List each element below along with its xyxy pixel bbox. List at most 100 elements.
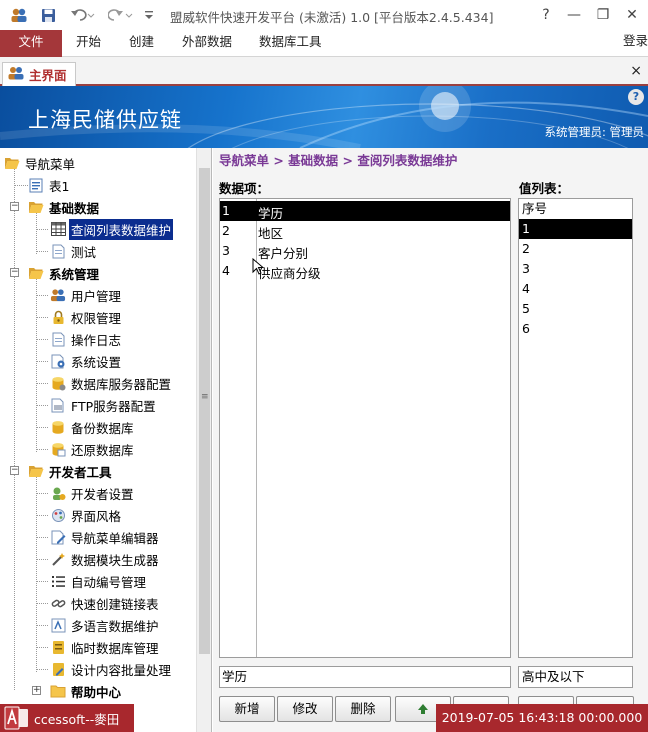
- current-user: 系统管理员: 管理员: [544, 125, 644, 139]
- nav-label: 测试: [71, 244, 97, 260]
- tab-file[interactable]: 文件: [0, 30, 62, 57]
- list-item[interactable]: 1 学历: [220, 201, 510, 221]
- nav-item-test[interactable]: 测试: [50, 240, 211, 262]
- edit-button[interactable]: 修改: [277, 696, 333, 722]
- numbered-list-icon: [50, 573, 66, 589]
- expander-basic-data[interactable]: −: [10, 202, 19, 211]
- tab-home[interactable]: 开始: [76, 30, 101, 57]
- nav-item-system-settings[interactable]: 系统设置: [50, 350, 211, 372]
- folder-open-icon: [28, 199, 44, 215]
- access-logo-icon: [0, 704, 34, 732]
- nav-item-quick-link-table[interactable]: 快速创建链接表: [50, 592, 211, 614]
- nav-item-batch-process[interactable]: 设计内容批量处理: [50, 658, 211, 680]
- tab-external-data[interactable]: 外部数据: [182, 30, 232, 57]
- main-content: 导航菜单 > 基础数据 > 查阅列表数据维护 数据项： 值列表： 1 学历 2 …: [213, 148, 648, 732]
- title-bar: 盟威软件快速开发平台 (未激活) 1.0 [平台版本2.4.5.434] ? —…: [0, 0, 648, 30]
- list-item[interactable]: 4: [519, 279, 632, 299]
- nav-item-ui-style[interactable]: 界面风格: [50, 504, 211, 526]
- database-config-icon: [50, 375, 66, 391]
- restore-icon: [50, 441, 66, 457]
- document-icon: [50, 331, 66, 347]
- nav-item-module-generator[interactable]: 数据模块生成器: [50, 548, 211, 570]
- value-field[interactable]: 高中及以下: [518, 666, 633, 688]
- palette-icon: [50, 507, 66, 523]
- redo-icon[interactable]: [106, 6, 136, 24]
- list-item[interactable]: 2: [519, 239, 632, 259]
- nav-item-menu-editor[interactable]: 导航菜单编辑器: [50, 526, 211, 548]
- nav-item-user-management[interactable]: 用户管理: [50, 284, 211, 306]
- restore-button[interactable]: ❐: [590, 4, 616, 26]
- ribbon-tabs: 文件 开始 创建 外部数据 数据库工具: [0, 30, 648, 57]
- item-no: 4: [222, 263, 230, 278]
- nav-item-operation-log[interactable]: 操作日志: [50, 328, 211, 350]
- nav-item-table1[interactable]: 表1: [28, 174, 211, 196]
- list-item[interactable]: 1: [519, 219, 632, 239]
- help-button[interactable]: ?: [533, 4, 559, 26]
- wand-icon: [50, 551, 66, 567]
- item-no: 2: [222, 223, 230, 238]
- nav-label: 还原数据库: [71, 442, 134, 458]
- values-label: 值列表：: [519, 181, 570, 196]
- nav-label: 导航菜单: [25, 156, 76, 172]
- item-name: 地区: [258, 226, 284, 241]
- nav-label: 界面风格: [71, 508, 122, 524]
- tab-database-tools[interactable]: 数据库工具: [259, 30, 322, 57]
- item-no: 3: [222, 243, 230, 258]
- list-item[interactable]: 2 地区: [220, 221, 510, 241]
- item-no: 1: [222, 203, 230, 218]
- nav-label: 快速创建链接表: [71, 596, 159, 612]
- close-tab-icon[interactable]: ×: [630, 63, 642, 79]
- close-button[interactable]: ✕: [619, 4, 645, 26]
- banner-help-icon[interactable]: ?: [628, 89, 644, 105]
- taskbar-app-button[interactable]: ccessoft--麥田: [0, 704, 134, 732]
- tab-create[interactable]: 创建: [129, 30, 154, 57]
- list-item[interactable]: 6: [519, 319, 632, 339]
- delete-button[interactable]: 删除: [335, 696, 391, 722]
- document-tab-strip: 主界面 ×: [0, 57, 648, 86]
- list-item[interactable]: 3: [519, 259, 632, 279]
- nav-item-ftp-config[interactable]: FTP服务器配置: [50, 394, 211, 416]
- login-link[interactable]: 登录: [623, 30, 648, 49]
- expander-system-admin[interactable]: −: [10, 268, 19, 277]
- expander-dev-tools[interactable]: −: [10, 466, 19, 475]
- tab-main[interactable]: 主界面: [2, 62, 76, 86]
- folder-open-icon: [28, 265, 44, 281]
- undo-icon[interactable]: [68, 6, 98, 24]
- nav-item-dev-settings[interactable]: 开发者设置: [50, 482, 211, 504]
- add-button[interactable]: 新增: [219, 696, 275, 722]
- nav-label: 基础数据: [49, 200, 100, 216]
- nav-group-dev-tools[interactable]: 开发者工具: [28, 460, 211, 482]
- nav-item-auto-number[interactable]: 自动编号管理: [50, 570, 211, 592]
- nav-item-multilang[interactable]: 多语言数据维护: [50, 614, 211, 636]
- nav-label: 用户管理: [71, 288, 122, 304]
- edit-doc-icon: [50, 529, 66, 545]
- nav-group-help-center[interactable]: 帮助中心: [50, 680, 211, 702]
- banner-title: 上海民储供应链: [28, 108, 182, 132]
- nav-group-basic-data[interactable]: 基础数据: [28, 196, 211, 218]
- nav-item-backup-db[interactable]: 备份数据库: [50, 416, 211, 438]
- nav-group-system-admin[interactable]: 系统管理: [28, 262, 211, 284]
- save-icon[interactable]: [38, 6, 58, 24]
- nav-item-restore-db[interactable]: 还原数据库: [50, 438, 211, 460]
- customize-toolbar-icon[interactable]: [142, 6, 156, 24]
- expander-help-center[interactable]: +: [32, 686, 41, 695]
- minimize-button[interactable]: —: [561, 4, 587, 26]
- tab-main-label: 主界面: [29, 68, 67, 83]
- document-icon: [50, 243, 66, 259]
- nav-label: 数据模块生成器: [71, 552, 159, 568]
- nav-root[interactable]: 导航菜单: [4, 152, 200, 174]
- nav-scrollbar[interactable]: ≡: [196, 148, 211, 732]
- users-app-icon[interactable]: [8, 6, 30, 24]
- value-list-header: 序号: [522, 201, 548, 216]
- nav-scrollbar-thumb[interactable]: [199, 168, 210, 654]
- language-icon: [50, 617, 66, 633]
- nav-item-temp-db[interactable]: 临时数据库管理: [50, 636, 211, 658]
- nav-label: 设计内容批量处理: [71, 662, 172, 678]
- list-item[interactable]: 5: [519, 299, 632, 319]
- nav-item-permissions[interactable]: 权限管理: [50, 306, 211, 328]
- header-banner: 上海民储供应链 ? 系统管理员: 管理员: [0, 86, 648, 148]
- nav-item-db-server-config[interactable]: 数据库服务器配置: [50, 372, 211, 394]
- item-name-field[interactable]: 学历: [219, 666, 511, 688]
- value-list[interactable]: 序号 1 2 3 4 5 6: [518, 198, 633, 658]
- nav-item-lookup-list[interactable]: 查阅列表数据维护: [50, 218, 211, 240]
